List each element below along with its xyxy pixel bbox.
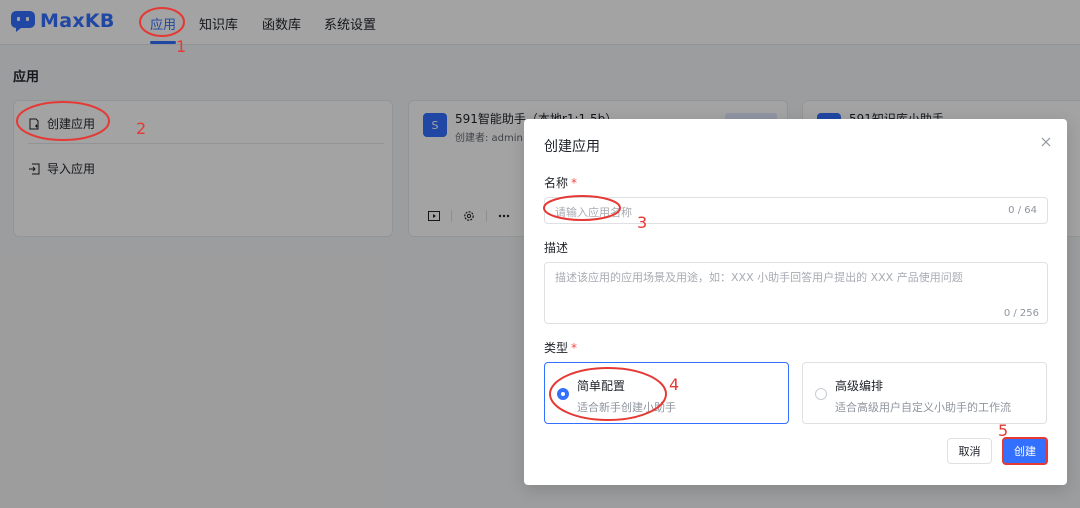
- type-option-title: 简单配置: [577, 379, 626, 393]
- create-button[interactable]: 创建: [1002, 437, 1048, 465]
- annotation-number-1: 1: [176, 37, 187, 56]
- create-app-dialog: 创建应用 名称 * 请输入应用名称 0 / 64 描述 描述该应用的应用场景及用途…: [524, 119, 1067, 485]
- type-option-desc: 适合新手创建小助手: [577, 401, 676, 414]
- annotation-number-5: 5: [998, 421, 1009, 440]
- description-char-count: 0 / 256: [1003, 308, 1039, 319]
- type-label: 类型 *: [544, 339, 577, 356]
- annotation-number-4: 4: [669, 375, 680, 394]
- type-option-advanced[interactable]: 高级编排 适合高级用户自定义小助手的工作流: [802, 362, 1047, 424]
- annotation-number-2: 2: [136, 119, 147, 138]
- dialog-title: 创建应用: [544, 139, 600, 155]
- name-label: 名称 *: [544, 174, 577, 191]
- description-placeholder: 描述该应用的应用场景及用途，如：XXX 小助手回答用户提出的 XXX 产品使用问…: [555, 271, 963, 284]
- required-mark: *: [571, 176, 578, 190]
- name-input[interactable]: 请输入应用名称 0 / 64: [544, 197, 1048, 224]
- type-label-text: 类型: [544, 341, 569, 355]
- required-mark: *: [571, 341, 578, 355]
- name-placeholder: 请输入应用名称: [555, 206, 632, 219]
- description-textarea[interactable]: 描述该应用的应用场景及用途，如：XXX 小助手回答用户提出的 XXX 产品使用问…: [544, 262, 1048, 324]
- radio-unselected[interactable]: [815, 388, 827, 400]
- type-option-simple[interactable]: 简单配置 适合新手创建小助手: [544, 362, 789, 424]
- close-icon[interactable]: [1039, 135, 1053, 149]
- radio-selected[interactable]: [557, 388, 569, 400]
- type-option-desc: 适合高级用户自定义小助手的工作流: [835, 401, 1011, 414]
- description-label: 描述: [544, 241, 569, 255]
- name-char-count: 0 / 64: [1008, 205, 1037, 216]
- annotation-number-3: 3: [637, 213, 648, 232]
- cancel-button[interactable]: 取消: [947, 438, 992, 464]
- type-option-title: 高级编排: [835, 379, 884, 393]
- name-label-text: 名称: [544, 176, 569, 190]
